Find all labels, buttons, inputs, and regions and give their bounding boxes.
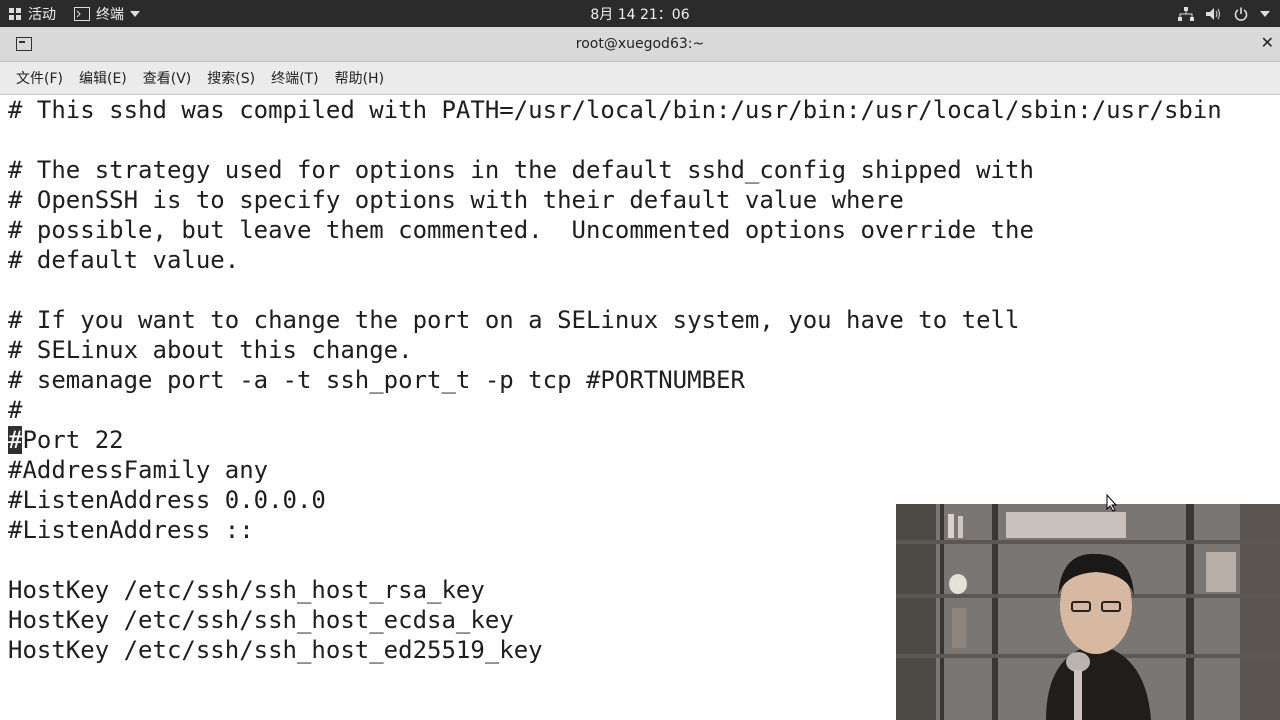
- terminal-app-icon: [74, 6, 90, 21]
- close-icon[interactable]: ✕: [1261, 33, 1274, 52]
- terminal-line: # OpenSSH is to specify options with the…: [8, 186, 904, 214]
- terminal-line: # semanage port -a -t ssh_port_t -p tcp …: [8, 366, 745, 394]
- menu-file[interactable]: 文件(F): [16, 68, 63, 88]
- menu-bar: 文件(F) 编辑(E) 查看(V) 搜索(S) 终端(T) 帮助(H): [0, 62, 1280, 95]
- terminal-line: # possible, but leave them commented. Un…: [8, 216, 1034, 244]
- terminal-line: #ListenAddress 0.0.0.0: [8, 486, 326, 514]
- terminal-app-menu[interactable]: 终端: [74, 4, 140, 24]
- volume-icon[interactable]: [1206, 7, 1222, 21]
- network-icon[interactable]: [1178, 6, 1194, 21]
- activities-label: 活动: [28, 6, 56, 23]
- terminal-line: #ListenAddress ::: [8, 516, 254, 544]
- terminal-line: HostKey /etc/ssh/ssh_host_rsa_key: [8, 576, 485, 604]
- window-title: root@xuegod63:~: [575, 36, 705, 52]
- webcam-image: [896, 504, 1280, 720]
- clock[interactable]: 8月 14 21：06: [590, 4, 689, 24]
- terminal-line: # If you want to change the port on a SE…: [8, 306, 1020, 334]
- terminal-line-text: Port 22: [22, 426, 124, 454]
- top-bar: 活动 终端 8月 14 21：06: [0, 0, 1280, 27]
- terminal-line: HostKey /etc/ssh/ssh_host_ed25519_key: [8, 636, 543, 664]
- text-cursor: #: [8, 426, 23, 454]
- terminal-line: #AddressFamily any: [8, 456, 269, 484]
- terminal-line: # default value.: [8, 246, 240, 274]
- activities-icon: [8, 7, 22, 21]
- terminal-line-cursor: #Port 22: [8, 425, 124, 455]
- terminal-line: #: [8, 396, 23, 424]
- power-icon[interactable]: [1234, 7, 1248, 21]
- window-titlebar[interactable]: root@xuegod63:~ ✕: [0, 27, 1280, 62]
- mouse-pointer-icon: [1106, 493, 1118, 516]
- menu-view[interactable]: 查看(V): [143, 68, 192, 88]
- terminal-line: HostKey /etc/ssh/ssh_host_ecdsa_key: [8, 606, 514, 634]
- terminal-line: # The strategy used for options in the d…: [8, 156, 1034, 184]
- terminal-app-label: 终端: [96, 6, 124, 23]
- menu-terminal[interactable]: 终端(T): [271, 68, 318, 88]
- activities-button[interactable]: 活动: [8, 4, 56, 24]
- chevron-down-icon: [130, 10, 140, 17]
- terminal-line: # SELinux about this change.: [8, 336, 413, 364]
- menu-help[interactable]: 帮助(H): [335, 68, 384, 88]
- webcam-overlay: [896, 504, 1280, 720]
- terminal-line: # This sshd was compiled with PATH=/usr/…: [8, 96, 1222, 124]
- menu-edit[interactable]: 编辑(E): [79, 68, 127, 88]
- chevron-down-icon[interactable]: [1260, 10, 1270, 17]
- menu-search[interactable]: 搜索(S): [207, 68, 255, 88]
